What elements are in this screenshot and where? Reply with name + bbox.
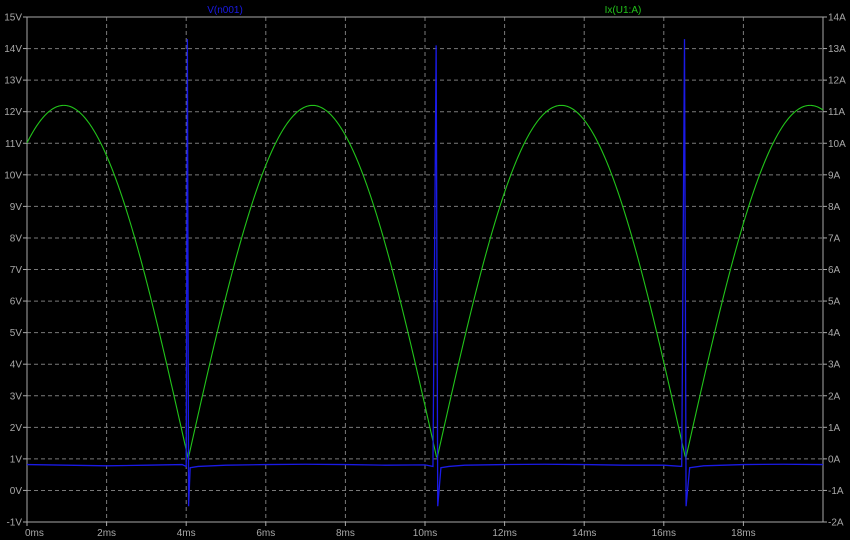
right-axis-tick-label: 1A	[828, 423, 841, 434]
left-axis-tick-label: 10V	[4, 170, 22, 181]
x-axis-tick-label: 10ms	[413, 528, 437, 539]
right-axis-tick-label: 3A	[828, 360, 841, 371]
left-axis-tick-label: 8V	[10, 233, 23, 244]
x-axis-tick-label: 16ms	[652, 528, 676, 539]
right-axis-tick-label: 9A	[828, 170, 841, 181]
left-axis-tick-label: 5V	[10, 328, 23, 339]
left-axis-tick-label: -1V	[6, 518, 22, 529]
left-axis-tick-label: 15V	[4, 13, 22, 24]
right-axis-tick-label: 2A	[828, 391, 841, 402]
right-axis-tick-label: 8A	[828, 202, 841, 213]
right-axis-tick-label: 14A	[828, 13, 846, 24]
left-axis-tick-label: 3V	[10, 391, 23, 402]
legend-entry-voltage[interactable]: V(n001)	[207, 5, 243, 16]
x-axis-tick-label: 14ms	[572, 528, 596, 539]
plot-window: -1V 0V 1V 2V 3V 4V 5V 6V 7V 8V 9V 10V 11V 12V 13V 14V 15…	[0, 0, 850, 540]
left-axis-tick-label: 13V	[4, 76, 22, 87]
x-axis-tick-label: 8ms	[336, 528, 355, 539]
left-axis-tick-label: 12V	[4, 107, 22, 118]
x-axis-tick-label: 12ms	[492, 528, 516, 539]
left-axis-tick-label: 7V	[10, 265, 23, 276]
x-axis-tick-label: 18ms	[731, 528, 755, 539]
right-axis-tick-label: 13A	[828, 44, 846, 55]
right-axis-tick-label: 10A	[828, 139, 846, 150]
right-axis-tick-label: -2A	[828, 518, 844, 529]
x-axis-tick-label: 0ms	[25, 528, 44, 539]
right-axis-tick-label: 4A	[828, 328, 841, 339]
waveform-plot[interactable]: -1V 0V 1V 2V 3V 4V 5V 6V 7V 8V 9V 10V 11V 12V 13V 14V 15…	[0, 0, 850, 540]
left-axis-tick-label: 14V	[4, 44, 22, 55]
right-axis-tick-label: 0A	[828, 454, 841, 465]
right-axis-tick-label: 5A	[828, 297, 841, 308]
left-axis-tick-label: 2V	[10, 423, 23, 434]
x-axis-tick-label: 6ms	[256, 528, 275, 539]
x-axis-tick-label: 2ms	[97, 528, 116, 539]
left-axis-tick-label: 0V	[10, 486, 23, 497]
left-axis-tick-label: 9V	[10, 202, 23, 213]
left-axis-tick-label: 4V	[10, 360, 23, 371]
right-axis-tick-label: -1A	[828, 486, 844, 497]
legend-entry-current[interactable]: Ix(U1:A)	[605, 5, 642, 16]
left-axis-tick-label: 11V	[5, 139, 22, 150]
right-axis-tick-label: 7A	[828, 233, 841, 244]
left-axis-tick-label: 6V	[10, 297, 23, 308]
right-axis-tick-label: 12A	[828, 76, 846, 87]
left-axis-tick-label: 1V	[10, 454, 23, 465]
right-axis-tick-label: 11A	[828, 107, 845, 118]
right-axis-tick-label: 6A	[828, 265, 841, 276]
x-axis-tick-label: 4ms	[177, 528, 196, 539]
